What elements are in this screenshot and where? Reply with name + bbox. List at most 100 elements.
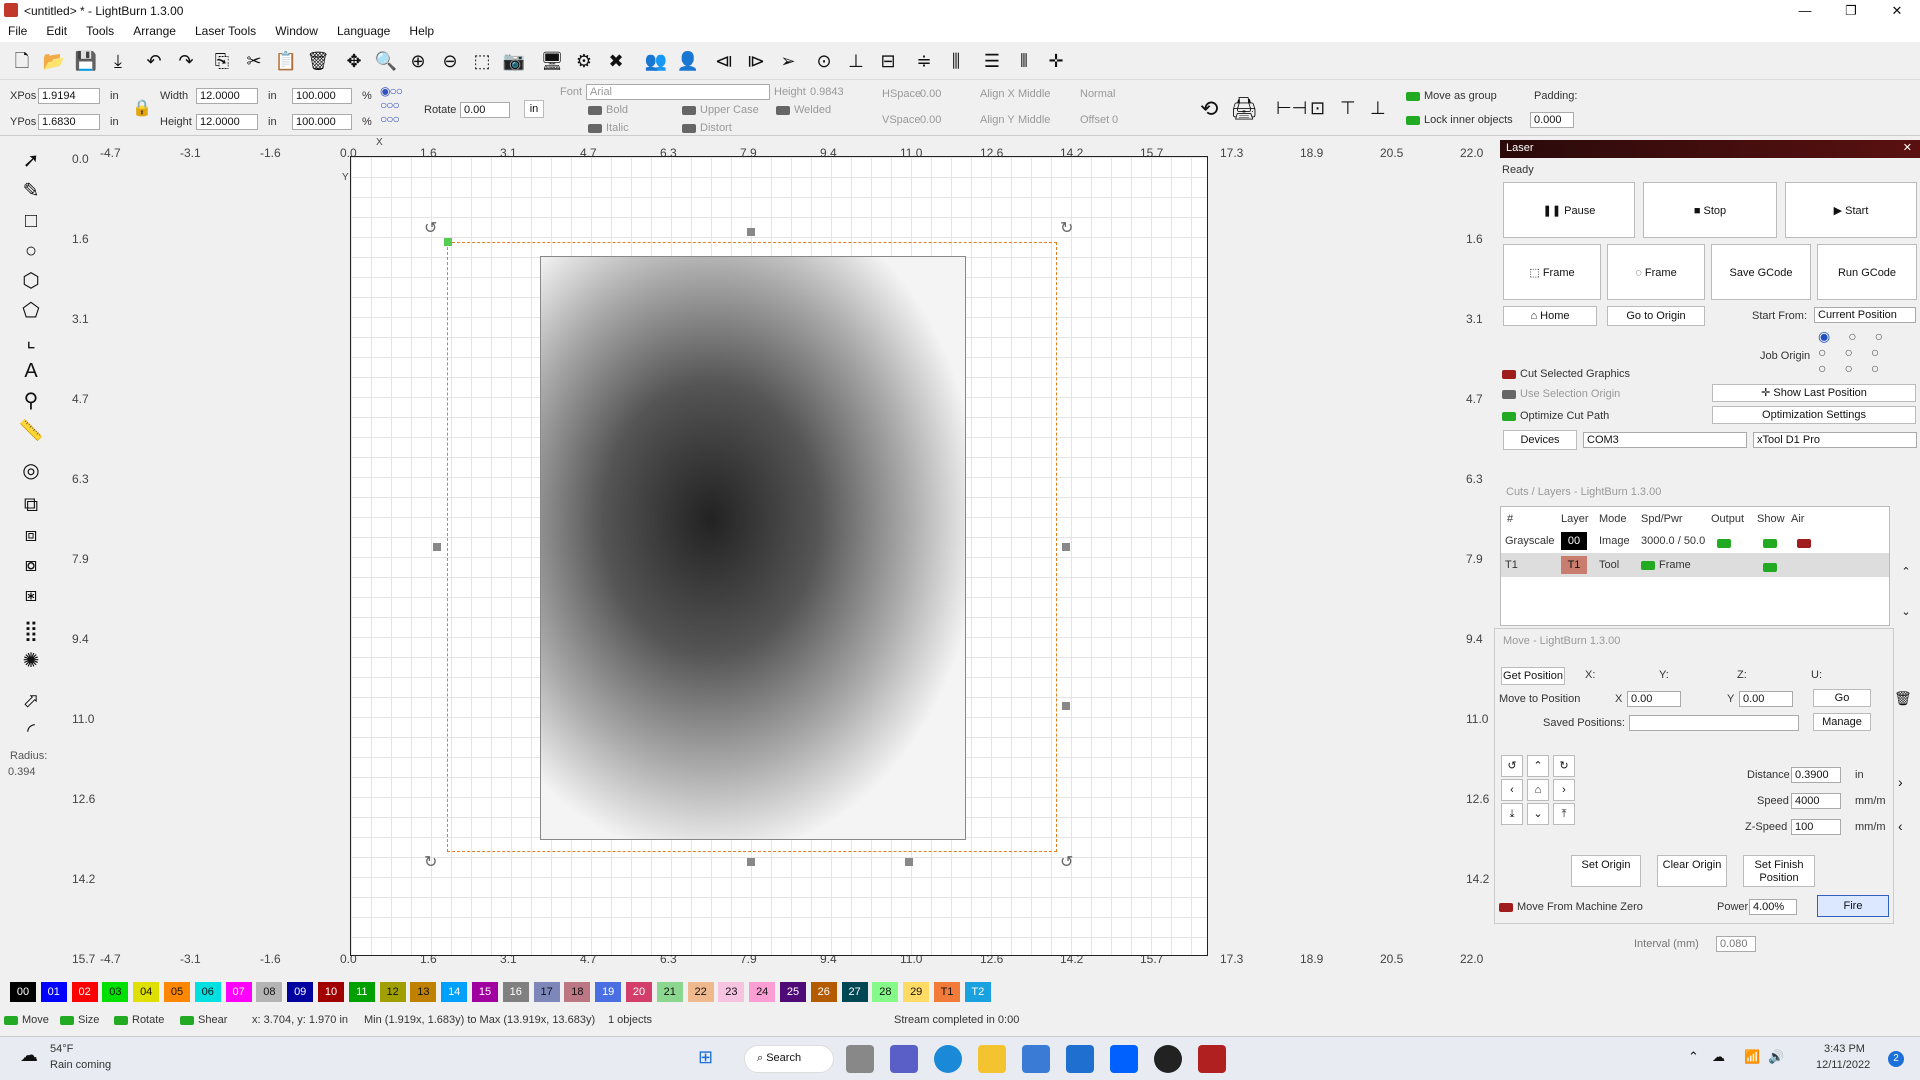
jog-z-down-icon[interactable]: ⤓ [1501, 803, 1523, 825]
devices-button[interactable]: Devices [1503, 430, 1577, 450]
jog-left-icon[interactable]: ‹ [1501, 779, 1523, 801]
redo-icon[interactable]: ↷ [174, 49, 198, 73]
palette-swatch-29[interactable]: 29 [903, 982, 930, 1002]
pentagon-icon[interactable]: ⬠ [18, 298, 44, 324]
settings-gear-icon[interactable]: ⚙ [572, 49, 596, 73]
bold-toggle[interactable]: Bold [588, 104, 628, 116]
set-finish-position-button[interactable]: Set Finish Position [1743, 855, 1815, 887]
edit-nodes-icon[interactable]: ⬀ [18, 688, 44, 714]
dist-hcenter-icon[interactable]: ⊡ [1310, 98, 1325, 119]
vspace-value[interactable]: 0.00 [920, 114, 941, 126]
wifi-icon[interactable]: 📶 [1744, 1049, 1760, 1065]
select-arrow-icon[interactable]: ➚ [18, 148, 44, 174]
cut-selected-toggle[interactable]: Cut Selected Graphics [1502, 368, 1630, 380]
palette-swatch-28[interactable]: 28 [872, 982, 899, 1002]
rotate-mode-toggle[interactable]: Rotate [114, 1014, 164, 1026]
jog-down-icon[interactable]: ⌄ [1527, 803, 1549, 825]
teams-icon[interactable] [890, 1045, 918, 1073]
stop-button[interactable]: ■ Stop [1643, 182, 1777, 238]
dist-v-icon[interactable]: ⦀ [1012, 49, 1036, 73]
move-x-input[interactable]: 0.00 [1627, 691, 1681, 707]
go-to-origin-button[interactable]: Go to Origin [1607, 306, 1705, 326]
polygon-icon[interactable]: ⬡ [18, 268, 44, 294]
move-y-input[interactable]: 0.00 [1739, 691, 1793, 707]
palette-swatch-16[interactable]: 16 [502, 982, 529, 1002]
minimize-button[interactable]: — [1782, 0, 1828, 22]
show-last-position-button[interactable]: ✛ Show Last Position [1712, 384, 1916, 402]
palette-swatch-05[interactable]: 05 [164, 982, 190, 1002]
menu-window[interactable]: Window [267, 22, 326, 40]
distance-input[interactable]: 0.3900 [1791, 767, 1841, 783]
cloud-icon[interactable]: ☁ [1712, 1049, 1725, 1065]
go-button[interactable]: Go [1813, 689, 1871, 707]
hspace-value[interactable]: 0.00 [920, 88, 941, 100]
palette-swatch-15[interactable]: 15 [472, 982, 498, 1002]
resize-handle-top[interactable] [747, 228, 755, 236]
jog-right-icon[interactable]: › [1553, 779, 1575, 801]
palette-swatch-19[interactable]: 19 [595, 982, 622, 1002]
text-mode-select[interactable]: Normal [1080, 88, 1115, 100]
resize-handle-bottom[interactable] [747, 858, 755, 866]
italic-toggle[interactable]: Italic [588, 122, 629, 134]
menu-language[interactable]: Language [329, 22, 398, 40]
pan-icon[interactable]: ✥ [342, 49, 366, 73]
rotate-handle-icon[interactable]: ↺ [1060, 852, 1073, 872]
palette-swatch-26[interactable]: 26 [810, 982, 837, 1002]
show-toggle[interactable] [1763, 537, 1781, 549]
size-mode-toggle[interactable]: Size [60, 1014, 99, 1026]
menu-file[interactable]: File [0, 22, 35, 40]
air-toggle[interactable] [1797, 537, 1815, 549]
menu-help[interactable]: Help [401, 22, 442, 40]
padding-input[interactable]: 0.000 [1530, 112, 1574, 128]
palette-swatch-06[interactable]: 06 [194, 982, 221, 1002]
weld-icon[interactable]: ⧆ [18, 582, 44, 608]
open-folder-icon[interactable]: 📂 [42, 49, 66, 73]
aligny-select[interactable]: Middle [1018, 114, 1050, 126]
palette-swatch-25[interactable]: 25 [780, 982, 806, 1002]
show-toggle[interactable] [1763, 561, 1781, 573]
mirror-icon[interactable]: ⧐ [744, 49, 768, 73]
cut-icon[interactable]: ✂ [242, 49, 266, 73]
zoom-frame-icon[interactable]: ⬚ [470, 49, 494, 73]
palette-swatch-11[interactable]: 11 [348, 982, 375, 1002]
palette-swatch-22[interactable]: 22 [687, 982, 714, 1002]
xpos-input[interactable]: 1.9194 [38, 88, 100, 104]
flip-horizontal-icon[interactable]: ⧏ [712, 49, 736, 73]
save-icon[interactable]: 💾 [74, 49, 98, 73]
font-select[interactable]: Arial [586, 84, 770, 100]
move-up-icon[interactable]: ⌃ [1894, 560, 1918, 584]
group-icon[interactable]: 👥 [644, 49, 668, 73]
dist-vcenter-icon[interactable]: ⊥ [1370, 98, 1386, 119]
menu-arrange[interactable]: Arrange [125, 22, 184, 40]
palette-swatch-13[interactable]: 13 [410, 982, 437, 1002]
resize-handle-left[interactable] [433, 543, 441, 551]
fire-button[interactable]: Fire [1817, 895, 1889, 917]
undo-icon[interactable]: ↶ [142, 49, 166, 73]
lock-inner-toggle[interactable]: Lock inner objects [1406, 114, 1513, 126]
move-down-icon[interactable]: ⌄ [1894, 600, 1918, 624]
dist-hspace-icon[interactable]: ⊢⊣ [1276, 98, 1307, 119]
ungroup-icon[interactable]: 👤 [676, 49, 700, 73]
rotate-handle-icon[interactable]: ↺ [424, 218, 437, 238]
font-height-value[interactable]: 0.9843 [810, 86, 844, 98]
origin-handle[interactable] [444, 238, 452, 246]
send-icon[interactable]: ➢ [776, 49, 800, 73]
home-button[interactable]: ⌂ Home [1503, 306, 1597, 326]
rotate-handle-icon[interactable]: ↻ [1060, 218, 1073, 238]
offset-value[interactable]: 0 [1112, 114, 1118, 126]
boolean-subtract-icon[interactable]: ⧈ [18, 522, 44, 548]
device-select[interactable]: xTool D1 Pro [1753, 432, 1917, 448]
palette-swatch-01[interactable]: 01 [40, 982, 67, 1002]
frame-corners-icon[interactable]: ⌞ [18, 328, 44, 354]
menu-laser-tools[interactable]: Laser Tools [187, 22, 264, 40]
palette-swatch-27[interactable]: 27 [841, 982, 868, 1002]
task-view-icon[interactable] [846, 1045, 874, 1073]
job-origin-radio-grid[interactable]: ◉○○ ○○○ ○○○ [1818, 328, 1901, 376]
optimize-cut-path-toggle[interactable]: Optimize Cut Path [1502, 410, 1609, 422]
frame-rect-button[interactable]: ⬚ Frame [1503, 244, 1601, 300]
expand-right-icon[interactable]: › [1898, 774, 1903, 790]
units-button[interactable]: in [524, 100, 544, 118]
resize-handle-right[interactable] [1062, 543, 1070, 551]
palette-swatch-23[interactable]: 23 [718, 982, 745, 1002]
dropbox-icon[interactable] [1110, 1045, 1138, 1073]
